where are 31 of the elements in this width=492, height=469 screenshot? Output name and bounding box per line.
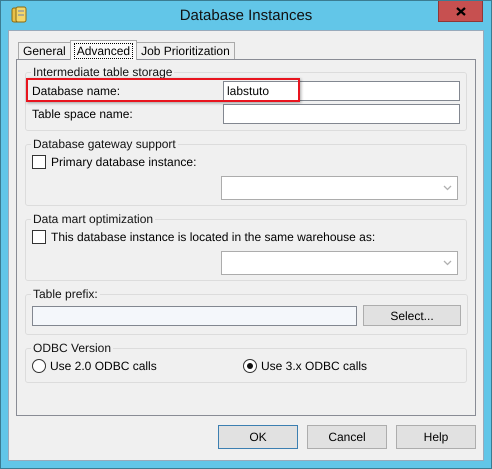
radio-label: Use 2.0 ODBC calls bbox=[50, 359, 157, 373]
group-title: Table prefix: bbox=[32, 287, 99, 301]
input-field[interactable] bbox=[223, 104, 460, 124]
tab[interactable]: General bbox=[18, 42, 71, 59]
checkbox-label: This database instance is located in the same warehouse as: bbox=[51, 230, 376, 244]
input-field[interactable] bbox=[32, 306, 357, 326]
group-title: Intermediate table storage bbox=[32, 65, 174, 79]
dialog-button[interactable]: Cancel bbox=[307, 425, 387, 449]
database-icon bbox=[11, 6, 27, 24]
input-field[interactable]: labstuto bbox=[223, 80, 460, 100]
group-title: ODBC Version bbox=[32, 341, 112, 355]
dialog-button[interactable]: OK bbox=[218, 425, 298, 449]
group-title: Data mart optimization bbox=[32, 212, 154, 226]
field-label: Database name: bbox=[32, 84, 122, 98]
tab[interactable]: Job Prioritization bbox=[136, 42, 235, 59]
window-title: Database Instances bbox=[178, 7, 314, 24]
checkbox[interactable] bbox=[32, 155, 46, 169]
radio-button[interactable] bbox=[243, 359, 257, 373]
close-icon bbox=[456, 6, 466, 16]
checkbox[interactable] bbox=[32, 230, 46, 244]
radio-label: Use 3.x ODBC calls bbox=[261, 359, 368, 373]
dialog-button[interactable]: Help bbox=[396, 425, 476, 449]
field-label: Table space name: bbox=[32, 106, 134, 120]
close-button[interactable] bbox=[438, 1, 483, 22]
chevron-down-icon bbox=[443, 185, 452, 191]
chevron-down-icon bbox=[443, 260, 452, 266]
radio-button[interactable] bbox=[32, 359, 46, 373]
group-title: Database gateway support bbox=[32, 137, 177, 151]
select-button[interactable]: Select... bbox=[363, 305, 461, 326]
tab[interactable]: Advanced bbox=[70, 40, 138, 60]
checkbox-label: Primary database instance: bbox=[51, 155, 196, 169]
